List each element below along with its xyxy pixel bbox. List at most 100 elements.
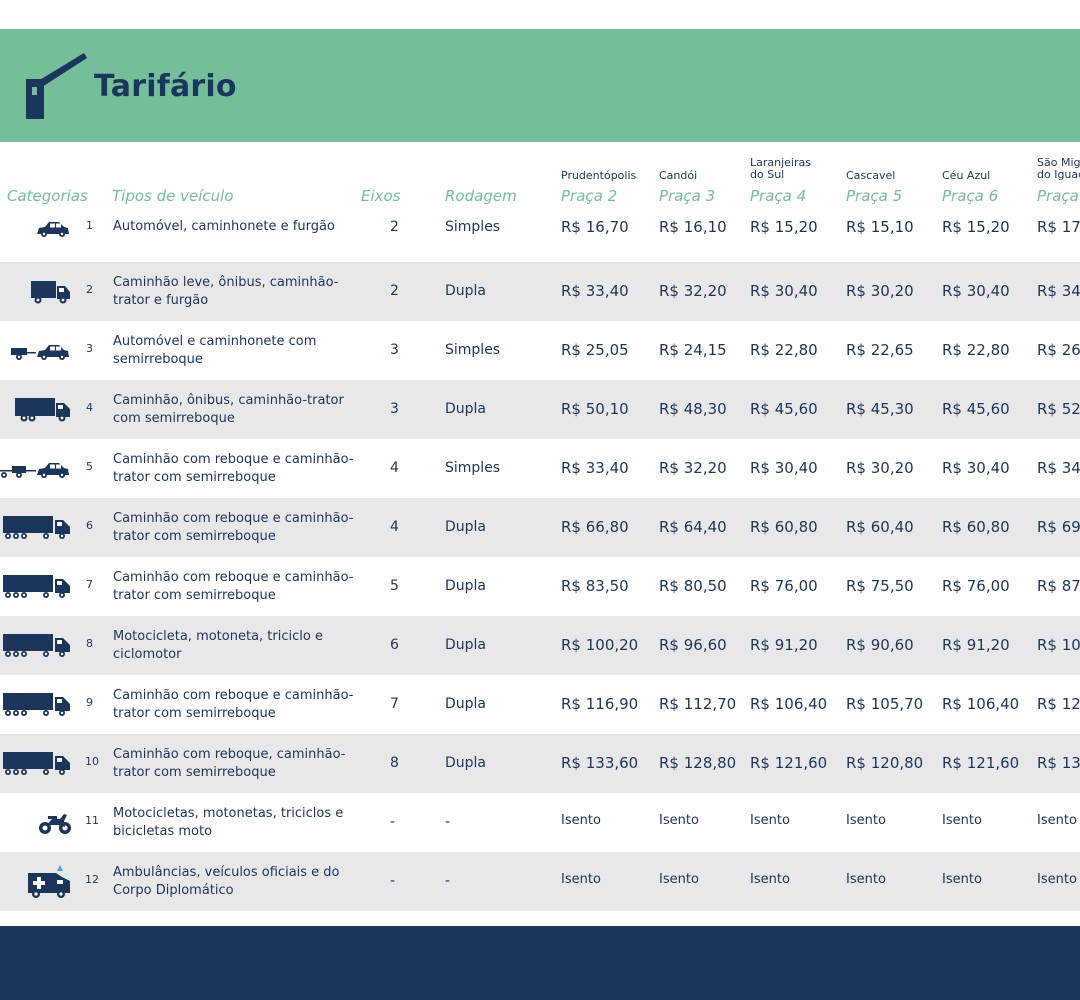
tariff-value: R$ 121,60 (942, 753, 1020, 772)
tariff-value: R$ 16,10 (659, 218, 727, 236)
tariff-value: R$ 100,20 (561, 635, 639, 654)
tariff-value: R$ 30,40 (942, 281, 1010, 300)
car-two-trailers-icon (0, 460, 72, 482)
tariff-value: Isento (846, 812, 886, 828)
tariff-value: Isento (942, 812, 982, 828)
wheel-type: - (445, 813, 451, 830)
tariff-value: Isento (750, 812, 790, 828)
category-number: 12 (85, 872, 99, 886)
semi-truck-icon (2, 692, 72, 722)
tariff-value: Isento (846, 871, 886, 887)
category-number: 8 (86, 636, 93, 650)
semi-truck-icon (2, 751, 72, 781)
tariff-value: R$ 15,20 (942, 218, 1010, 236)
axle-count: 2 (390, 219, 399, 235)
tariff-value: Isento (1037, 871, 1077, 887)
tariff-value: R$ 50,10 (561, 399, 629, 418)
vehicle-description: Caminhão, ônibus, caminhão-trator com se… (113, 392, 344, 426)
tariff-value: R$ 12 (1037, 694, 1080, 713)
table-row: 4 Caminhão, ônibus, caminhão-trator com s… (0, 380, 1080, 439)
tariff-value: R$ 120,80 (846, 753, 924, 772)
tariff-value: R$ 15,20 (750, 218, 818, 236)
ambulance-icon (26, 864, 72, 904)
wheel-type: Dupla (445, 754, 487, 771)
table-row: 6 Caminhão com reboque e caminhão-trator … (0, 498, 1080, 557)
tariff-value: Isento (659, 871, 699, 887)
axle-count: 7 (390, 695, 399, 712)
tariff-value: R$ 33,40 (561, 281, 629, 300)
tariff-value: R$ 87 (1037, 576, 1080, 595)
table-row: 1 Automóvel, caminhonete e furgão 2 Simples… (0, 205, 1080, 251)
semi-truck-icon (2, 633, 72, 663)
tariff-value: R$ 22,65 (846, 340, 914, 359)
tariff-value: Isento (1037, 812, 1077, 828)
tariff-value: R$ 30,20 (846, 458, 914, 477)
tariff-value: Isento (750, 871, 790, 887)
category-number: 3 (86, 341, 93, 355)
tariff-value: R$ 10 (1037, 635, 1080, 654)
vehicle-description: Motocicletas, motonetas, triciclos e bic… (113, 805, 344, 839)
tariff-value: R$ 133,60 (561, 753, 639, 772)
tariff-value: R$ 60,80 (750, 517, 818, 536)
axle-count: 4 (390, 518, 399, 535)
tariff-value: R$ 25,05 (561, 340, 629, 359)
table-row: 9 Caminhão com reboque e caminhão-trator … (0, 675, 1080, 734)
tariff-value: R$ 48,30 (659, 399, 727, 418)
car-icon (34, 219, 72, 241)
tariff-value: R$ 34 (1037, 458, 1080, 477)
tariff-value: Isento (942, 871, 982, 887)
tariff-value: R$ 116,90 (561, 694, 639, 713)
vehicle-description: Automóvel e caminhonete com semirreboque (113, 333, 317, 367)
vehicle-description: Ambulâncias, veículos oficiais e do Corp… (113, 864, 340, 898)
tariff-value: R$ 90,60 (846, 635, 914, 654)
wheel-type: Dupla (445, 282, 487, 299)
vehicle-description: Caminhão com reboque e caminhão-trator c… (113, 687, 354, 721)
tariff-value: R$ 45,60 (750, 399, 818, 418)
tariff-value: R$ 112,70 (659, 694, 737, 713)
tariff-value: R$ 64,40 (659, 517, 727, 536)
tariff-value: R$ 76,00 (750, 576, 818, 595)
wheel-type: Dupla (445, 577, 487, 594)
table-row: 2 Caminhão leve, ônibus, caminhão-trator … (0, 262, 1080, 321)
vehicle-description: Caminhão com reboque, caminhão-trator co… (113, 746, 346, 780)
tariff-value: R$ 30,20 (846, 281, 914, 300)
tariff-value: R$ 45,60 (942, 399, 1010, 418)
axle-count: 4 (390, 459, 399, 476)
tariff-value: R$ 32,20 (659, 458, 727, 477)
truck-icon (14, 397, 72, 427)
vehicle-description: Caminhão com reboque e caminhão-trator c… (113, 451, 354, 485)
small-truck-icon (30, 279, 72, 309)
table-row: 5 Caminhão com reboque e caminhão-trator … (0, 439, 1080, 498)
tariff-value: R$ 22,80 (750, 340, 818, 359)
tariff-value: R$ 30,40 (750, 458, 818, 477)
tariff-table: 1 Automóvel, caminhonete e furgão 2 Simples… (0, 0, 1080, 1000)
axle-count: 5 (390, 577, 399, 594)
wheel-type: Dupla (445, 518, 487, 535)
vehicle-description: Caminhão com reboque e caminhão-trator c… (113, 569, 354, 603)
tariff-value: R$ 106,40 (750, 694, 828, 713)
tariff-value: R$ 121,60 (750, 753, 828, 772)
axle-count: - (390, 872, 396, 889)
vehicle-description: Caminhão leve, ônibus, caminhão-trator e… (113, 274, 339, 308)
category-number: 5 (86, 459, 93, 473)
axle-count: 3 (390, 341, 399, 358)
wheel-type: Simples (445, 219, 501, 235)
vehicle-description: Motocicleta, motoneta, triciclo e ciclom… (113, 628, 323, 662)
wheel-type: Dupla (445, 695, 487, 712)
tariff-value: R$ 17 (1037, 218, 1080, 236)
tariff-value: R$ 76,00 (942, 576, 1010, 595)
tariff-value: R$ 45,30 (846, 399, 914, 418)
tariff-value: R$ 15,10 (846, 218, 914, 236)
tariff-value: R$ 69 (1037, 517, 1080, 536)
wheel-type: - (445, 872, 451, 889)
table-row: 7 Caminhão com reboque e caminhão-trator … (0, 557, 1080, 616)
tariff-value: R$ 32,20 (659, 281, 727, 300)
footer-bar (0, 926, 1080, 1000)
tariff-value: R$ 66,80 (561, 517, 629, 536)
axle-count: 8 (390, 754, 399, 771)
category-number: 4 (86, 400, 93, 414)
category-number: 10 (85, 754, 99, 768)
motorcycle-icon (38, 811, 72, 839)
car-trailer-icon (10, 342, 72, 364)
table-row: 12 Ambulâncias, veículos oficiais e do Co… (0, 852, 1080, 911)
